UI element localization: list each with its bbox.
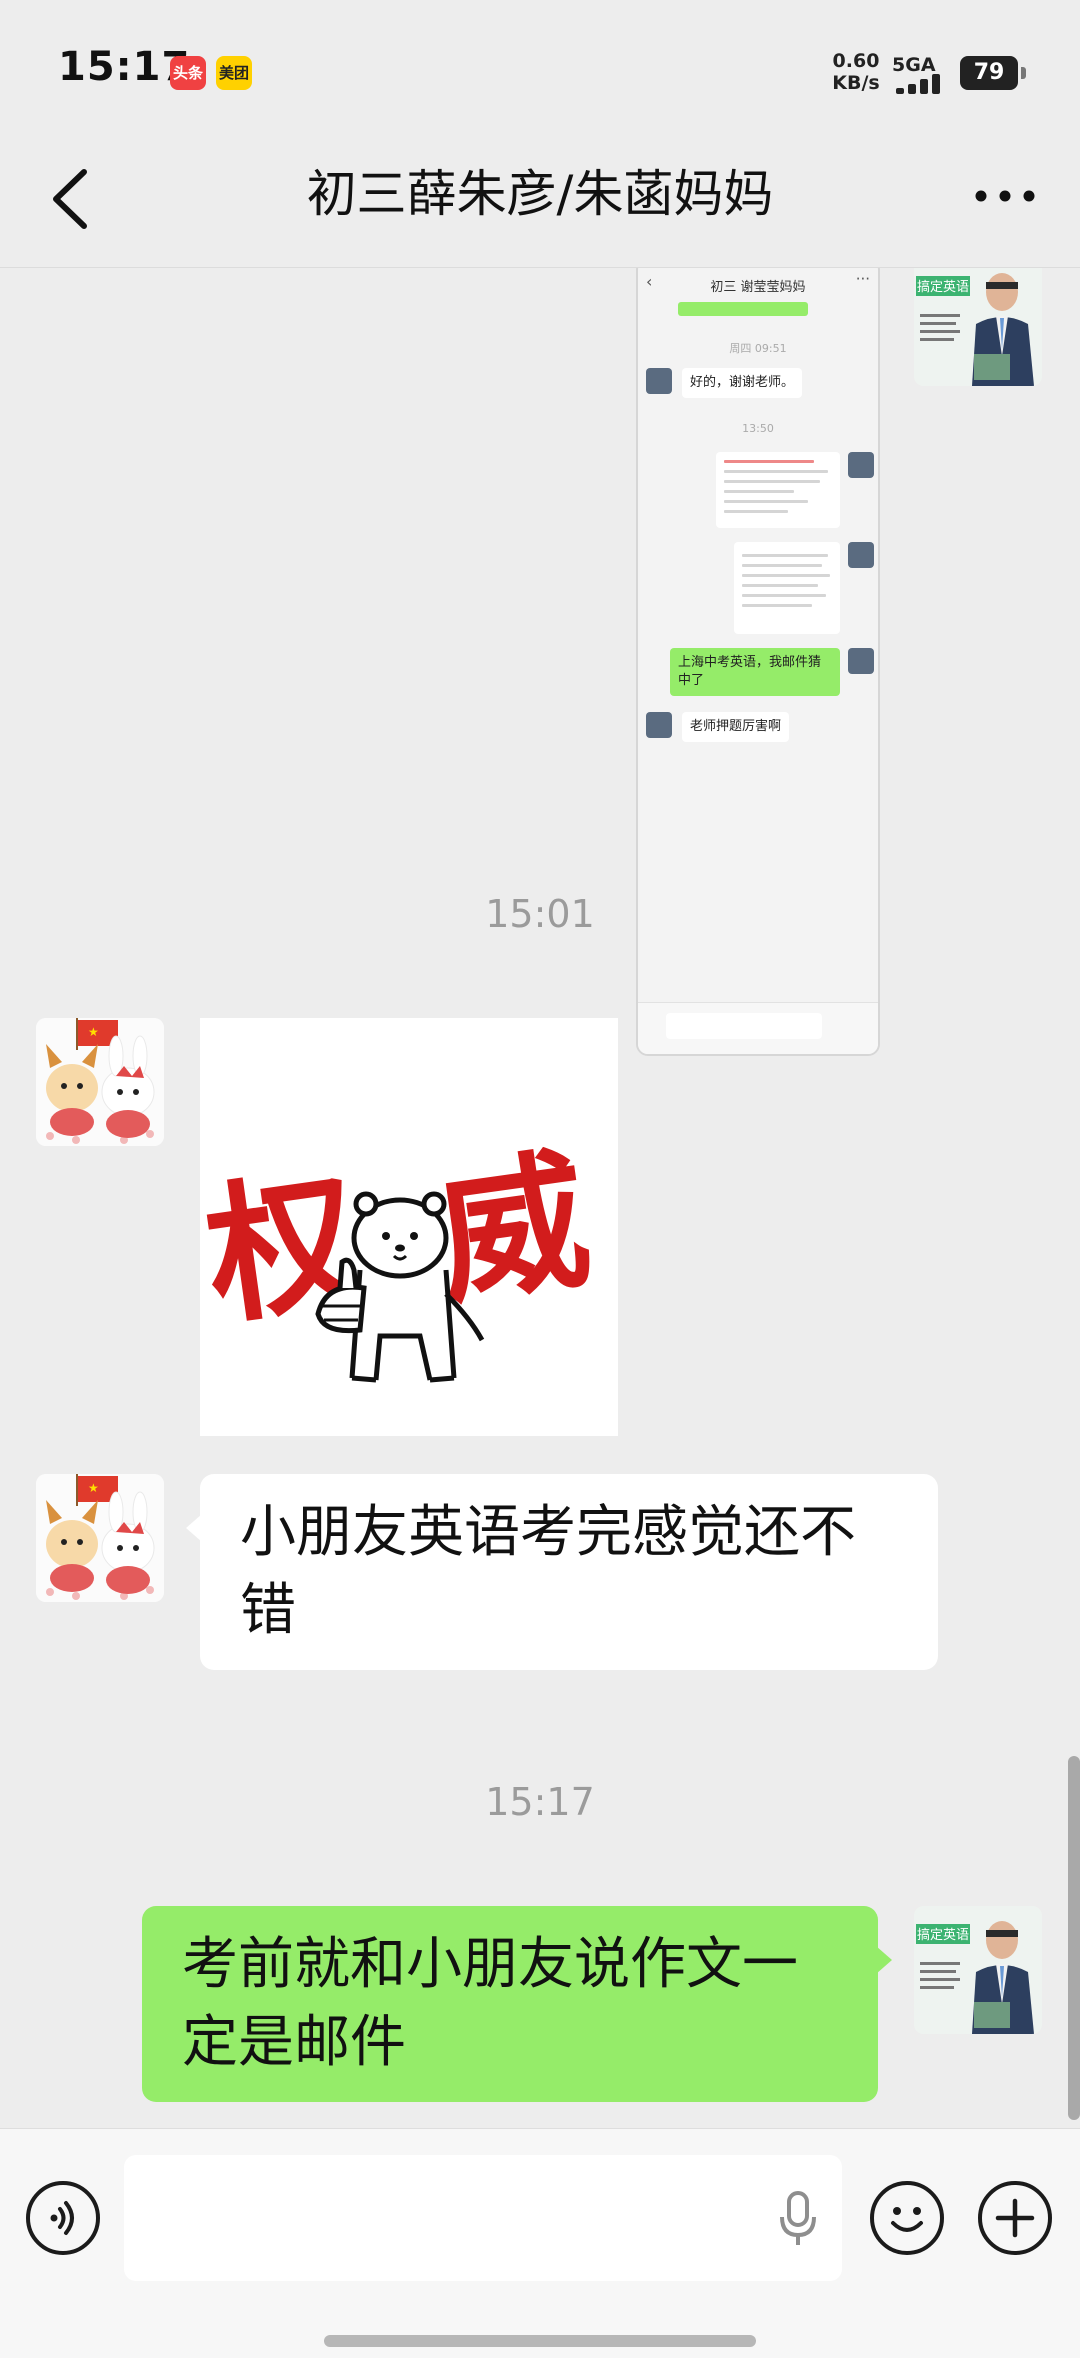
shot-avatar — [848, 648, 874, 674]
shot-input-bar — [638, 1002, 878, 1054]
contact-avatar[interactable]: ★ — [36, 1018, 164, 1146]
shot-more-icon: ··· — [855, 270, 870, 288]
contact-avatar[interactable]: ★ — [36, 1474, 164, 1602]
shot-avatar — [848, 542, 874, 568]
shot-time-1: 周四 09:51 — [729, 342, 787, 355]
input-bar — [0, 2128, 1080, 2358]
chat-title: 初三薛朱彦/朱菡妈妈 — [306, 165, 774, 223]
teacher-avatar-caption: 搞定英语 — [917, 279, 969, 295]
home-indicator[interactable] — [324, 2335, 756, 2347]
voice-mode-button[interactable] — [26, 2181, 100, 2255]
more-functions-button[interactable] — [978, 2181, 1052, 2255]
message-bubble-incoming[interactable]: 小朋友英语考完感觉还不错 — [186, 1474, 938, 1670]
teacher-avatar-caption: 搞定英语 — [917, 1927, 969, 1943]
shot-document-image — [734, 542, 840, 634]
timestamp: 15:01 — [485, 892, 595, 936]
shot-time-2: 13:50 — [742, 422, 774, 435]
thumbs-up-bear-icon — [315, 1191, 485, 1383]
network-speed-unit: KB/s — [832, 72, 880, 94]
shot-reply-2: 老师押题厉害啊 — [682, 712, 790, 742]
meituan-app-icon: 美团 — [216, 56, 252, 90]
emoji-button[interactable] — [870, 2181, 944, 2255]
network-speed: 0.60 KB/s — [826, 50, 886, 94]
shot-avatar — [848, 452, 874, 478]
shot-reply-1: 好的，谢谢老师。 — [682, 368, 803, 398]
my-avatar[interactable]: 搞定英语 — [914, 268, 1042, 386]
shot-reply-green: 上海中考英语，我邮件猜中了 — [670, 648, 840, 696]
sticker-message[interactable]: 权 威 — [196, 1018, 618, 1436]
network-type: 5GA — [892, 54, 936, 76]
more-button[interactable] — [970, 176, 1040, 216]
plus-icon — [995, 2198, 1035, 2238]
more-horizontal-icon — [975, 190, 1035, 202]
shot-avatar — [646, 712, 672, 738]
network-speed-value: 0.60 — [832, 50, 880, 72]
voice-input-button[interactable] — [776, 2189, 820, 2249]
scrollbar-thumb[interactable] — [1068, 1756, 1080, 2120]
bunny-avatar-image: ★ — [36, 1474, 164, 1602]
svg-text:★: ★ — [88, 1481, 99, 1495]
microphone-icon — [780, 2191, 816, 2245]
shot-green-bubble-top — [678, 302, 808, 316]
bunny-avatar-image: ★ — [36, 1018, 164, 1146]
shot-avatar — [646, 368, 672, 394]
teacher-avatar-image: 搞定英语 — [914, 1906, 1042, 2034]
message-list[interactable]: ‹ 初三 谢莹莹妈妈 ··· 周四 09:51 好的，谢谢老师。 13:50 上… — [0, 268, 1080, 2128]
svg-text:★: ★ — [88, 1025, 99, 1039]
message-input[interactable] — [124, 2155, 842, 2281]
toutiao-app-icon: 头条 — [170, 56, 206, 90]
battery-icon: 79 — [960, 56, 1026, 90]
timestamp: 15:17 — [485, 1780, 595, 1824]
signal-icon — [892, 74, 948, 94]
chevron-left-icon — [53, 169, 87, 229]
back-button[interactable] — [44, 164, 104, 234]
emoji-icon — [891, 2207, 923, 2232]
my-avatar[interactable]: 搞定英语 — [914, 1906, 1042, 2034]
shot-title: 初三 谢莹莹妈妈 — [710, 280, 806, 295]
status-bar: 15:17 头条 美团 0.60 KB/s 5GA 79 — [0, 0, 1080, 130]
image-message-screenshot[interactable]: ‹ 初三 谢莹莹妈妈 ··· 周四 09:51 好的，谢谢老师。 13:50 上… — [636, 268, 880, 1056]
voice-mode-icon — [50, 2201, 74, 2235]
teacher-avatar-image: 搞定英语 — [914, 268, 1042, 386]
shot-document-message — [716, 452, 840, 528]
chat-header: 初三薛朱彦/朱菡妈妈 — [0, 130, 1080, 268]
message-bubble-outgoing[interactable]: 考前就和小朋友说作文一定是邮件 — [142, 1906, 892, 2102]
